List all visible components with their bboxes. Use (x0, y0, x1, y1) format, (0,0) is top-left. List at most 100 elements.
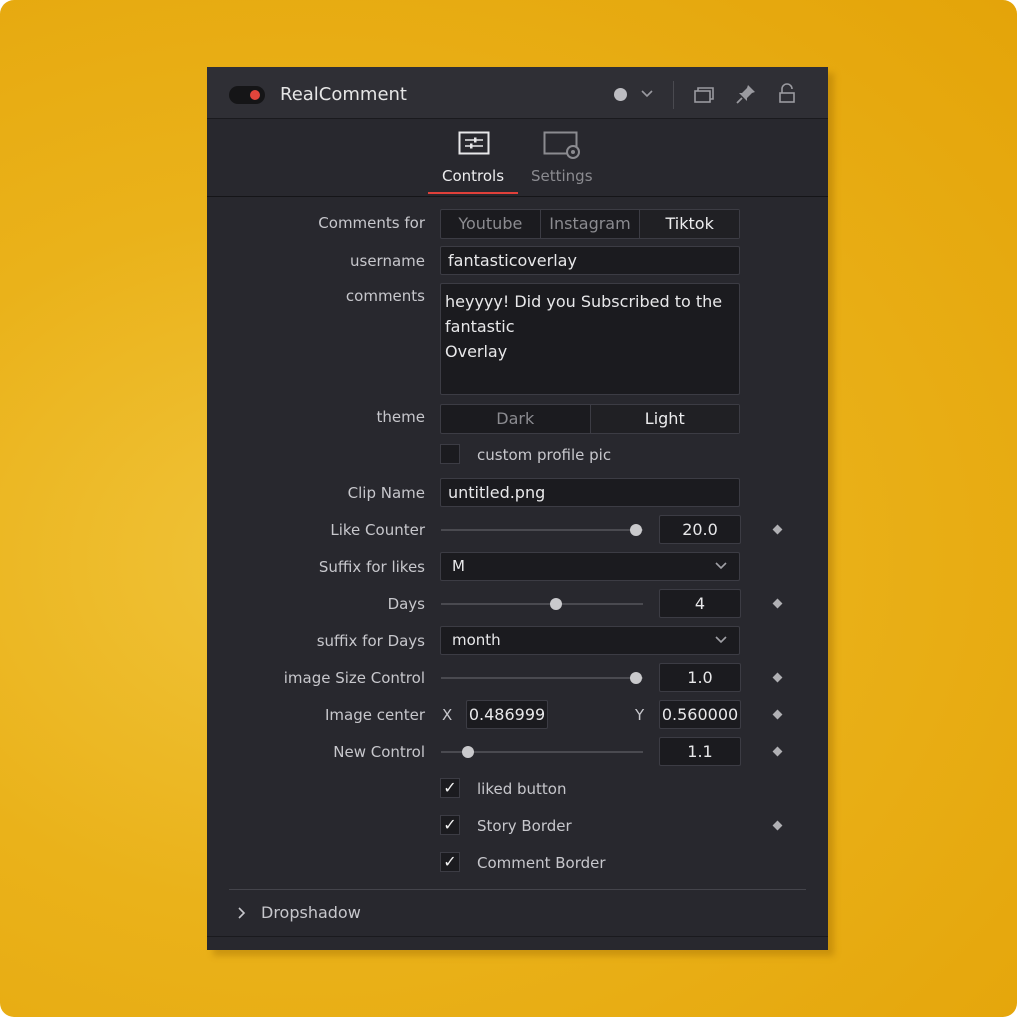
new-control-slider-knob[interactable] (462, 746, 474, 758)
custom-profile-pic-checkbox[interactable] (440, 444, 460, 464)
comments-textarea[interactable]: heyyyy! Did you Subscribed to the fantas… (440, 283, 740, 395)
days-slider-knob[interactable] (550, 598, 562, 610)
circle-icon[interactable] (614, 88, 627, 101)
like-counter-slider-knob[interactable] (630, 524, 642, 536)
tab-controls-label: Controls (442, 167, 505, 185)
comments-label: comments (345, 287, 425, 305)
chevron-down-icon (715, 636, 727, 644)
row-new-control: New Control 1.1 (207, 737, 828, 767)
divider (673, 81, 674, 109)
panel-header: RealComment (207, 67, 828, 119)
like-counter-slider-track[interactable] (441, 529, 643, 531)
custom-profile-pic-label: custom profile pic (477, 446, 612, 464)
row-comment-border: ✓ Comment Border (207, 852, 828, 874)
keyframe-diamond-icon[interactable] (772, 709, 783, 720)
keyframe-diamond-icon[interactable] (772, 746, 783, 757)
username-input[interactable]: fantasticoverlay (440, 246, 740, 275)
story-border-checkbox[interactable]: ✓ (440, 815, 460, 835)
username-label: username (350, 252, 425, 270)
comment-border-checkbox[interactable]: ✓ (440, 852, 460, 872)
suffix-days-value: month (452, 631, 501, 649)
section-divider (229, 889, 806, 890)
suffix-days-dropdown[interactable]: month (440, 626, 740, 655)
dropshadow-label: Dropshadow (261, 903, 361, 922)
days-label: Days (387, 595, 425, 613)
image-size-slider-knob[interactable] (630, 672, 642, 684)
option-light[interactable]: Light (590, 405, 739, 433)
like-counter-label: Like Counter (330, 521, 425, 539)
chevron-down-icon (715, 562, 727, 570)
tab-bar: Controls Settings (207, 119, 828, 197)
chevron-right-icon (238, 907, 246, 919)
theme-selector: Dark Light (440, 404, 740, 434)
option-dark[interactable]: Dark (441, 405, 591, 433)
image-size-slider-track[interactable] (441, 677, 643, 679)
row-comments: comments heyyyy! Did you Subscribed to t… (207, 283, 828, 395)
row-custom-profile-pic: custom profile pic (207, 444, 828, 466)
node-enable-toggle[interactable] (229, 86, 265, 104)
image-size-input[interactable]: 1.0 (659, 663, 741, 692)
option-instagram[interactable]: Instagram (541, 210, 641, 238)
chevron-down-icon[interactable] (640, 89, 654, 99)
image-center-x-input[interactable]: 0.486999 (466, 700, 548, 729)
liked-button-label: liked button (477, 780, 567, 798)
row-theme: theme Dark Light (207, 404, 828, 434)
keyframe-diamond-icon[interactable] (772, 820, 783, 831)
row-suffix-likes: Suffix for likes M (207, 552, 828, 582)
inspector-panel: RealComment Controls Settings Comments f… (207, 67, 828, 950)
suffix-likes-label: Suffix for likes (318, 558, 425, 576)
comment-line: Overlay (445, 342, 508, 361)
image-center-label: Image center (324, 706, 425, 724)
option-youtube[interactable]: Youtube (441, 210, 541, 238)
panel-bottom-border (207, 936, 828, 937)
row-liked-button: ✓ liked button (207, 778, 828, 800)
row-image-size: image Size Control 1.0 (207, 663, 828, 693)
pin-icon[interactable] (735, 83, 757, 105)
suffix-likes-value: M (452, 557, 465, 575)
suffix-days-label: suffix for Days (316, 632, 425, 650)
clip-name-label: Clip Name (347, 484, 425, 502)
window-icon[interactable] (693, 85, 715, 105)
comment-line: heyyyy! Did you Subscribed to the (445, 292, 723, 311)
story-border-label: Story Border (477, 817, 572, 835)
y-axis-label: Y (635, 706, 645, 724)
keyframe-diamond-icon[interactable] (772, 524, 783, 535)
new-control-input[interactable]: 1.1 (659, 737, 741, 766)
comment-line: fantastic (445, 317, 515, 336)
keyframe-diamond-icon[interactable] (772, 672, 783, 683)
tab-controls[interactable]: Controls (428, 119, 518, 196)
image-size-label: image Size Control (283, 669, 425, 687)
tab-settings-label: Settings (531, 167, 593, 185)
like-counter-input[interactable]: 20.0 (659, 515, 741, 544)
row-like-counter: Like Counter 20.0 (207, 515, 828, 545)
dropshadow-section-header[interactable]: Dropshadow (207, 901, 828, 927)
tab-settings[interactable]: Settings (525, 119, 605, 196)
row-suffix-days: suffix for Days month (207, 626, 828, 656)
clip-name-input[interactable]: untitled.png (440, 478, 740, 507)
settings-icon (543, 131, 580, 159)
row-username: username fantasticoverlay (207, 246, 828, 276)
suffix-likes-dropdown[interactable]: M (440, 552, 740, 581)
row-days: Days 4 (207, 589, 828, 619)
comments-for-label: Comments for (318, 214, 425, 232)
image-center-y-input[interactable]: 0.560000 (659, 700, 741, 729)
keyframe-diamond-icon[interactable] (772, 598, 783, 609)
row-clip-name: Clip Name untitled.png (207, 478, 828, 508)
sliders-icon (458, 131, 490, 155)
liked-button-checkbox[interactable]: ✓ (440, 778, 460, 798)
x-axis-label: X (442, 706, 453, 724)
row-story-border: ✓ Story Border (207, 815, 828, 837)
lock-icon[interactable] (777, 83, 797, 105)
comment-border-label: Comment Border (477, 854, 606, 872)
toggle-dot (250, 90, 260, 100)
active-tab-indicator (428, 192, 518, 194)
comments-for-selector: Youtube Instagram Tiktok (440, 209, 740, 239)
row-comments-for: Comments for Youtube Instagram Tiktok (207, 209, 828, 239)
new-control-label: New Control (333, 743, 425, 761)
node-title: RealComment (280, 84, 407, 105)
controls-content: Comments for Youtube Instagram Tiktok us… (207, 197, 828, 950)
days-slider-track[interactable] (441, 603, 643, 605)
option-tiktok[interactable]: Tiktok (640, 210, 740, 238)
days-input[interactable]: 4 (659, 589, 741, 618)
row-image-center: Image center X 0.486999 Y 0.560000 (207, 700, 828, 730)
